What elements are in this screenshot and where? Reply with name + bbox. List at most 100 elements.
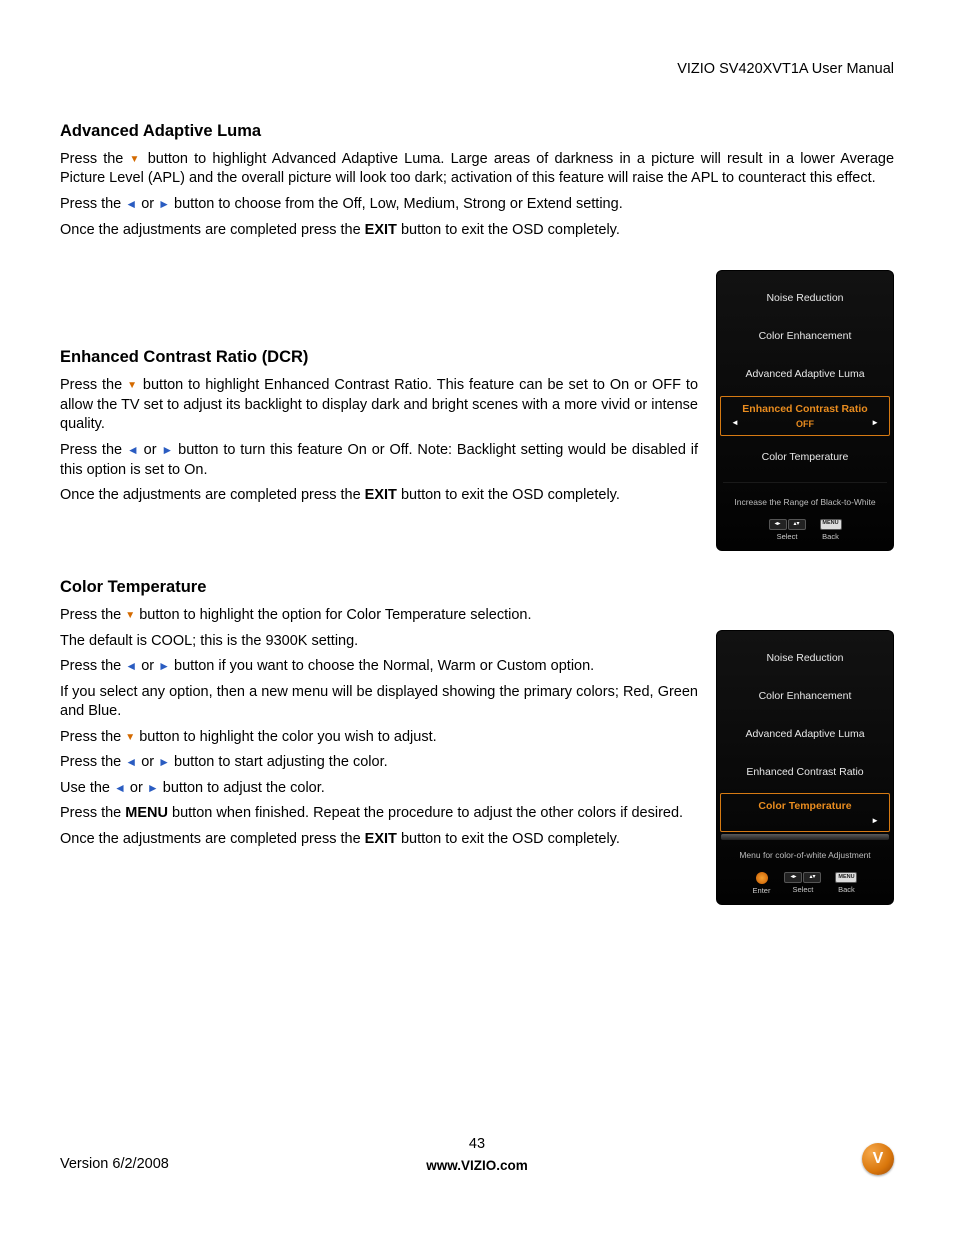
text: Once the adjustments are completed press…: [60, 487, 365, 503]
left-arrow-icon: ◄: [125, 197, 137, 211]
osd-item[interactable]: Color Temperature: [717, 438, 893, 476]
para: Press the MENU button when finished. Rep…: [60, 804, 698, 824]
osd-foot-label: Enter: [753, 886, 771, 896]
para: Press the ▼ button to highlight Advanced…: [60, 150, 894, 189]
para: Press the ▼ button to highlight the opti…: [60, 606, 698, 626]
para: Press the ◄ or ► button to choose from t…: [60, 195, 894, 215]
right-arrow-icon: ►: [158, 755, 170, 769]
text: button to adjust the color.: [163, 780, 325, 796]
right-arrow-icon: ►: [158, 659, 170, 673]
right-arrow-icon[interactable]: ►: [871, 418, 879, 429]
osd-item[interactable]: Enhanced Contrast Ratio: [717, 753, 893, 791]
osd-item[interactable]: Advanced Adaptive Luma: [717, 355, 893, 393]
menu-button-icon: MENU: [820, 519, 842, 530]
right-arrow-icon: ►: [161, 443, 173, 457]
text: button to highlight Enhanced Contrast Ra…: [60, 377, 698, 432]
osd-selected-title: Color Temperature: [758, 799, 851, 813]
text: button to exit the OSD completely.: [401, 831, 620, 847]
osd-selected-title: Enhanced Contrast Ratio: [742, 402, 867, 416]
para: Use the ◄ or ► button to adjust the colo…: [60, 779, 698, 799]
text: Press the: [60, 607, 125, 623]
menu-button-icon: MENU: [835, 872, 857, 883]
text: button to highlight the color you wish t…: [139, 729, 436, 745]
text: Press the: [60, 805, 125, 821]
menu-label: MENU: [125, 805, 168, 821]
para: Press the ▼ button to highlight Enhanced…: [60, 376, 698, 435]
para: Once the adjustments are completed press…: [60, 486, 698, 506]
text: button if you want to choose the Normal,…: [174, 658, 594, 674]
nav-arrows-icon: ◂▸: [784, 872, 802, 883]
text: or: [141, 754, 158, 770]
page-footer: Version 6/2/2008 43 www.VIZIO.com V: [60, 1143, 894, 1175]
osd-item[interactable]: Noise Reduction: [717, 279, 893, 317]
osd-item[interactable]: Advanced Adaptive Luma: [717, 715, 893, 753]
osd-item[interactable]: Color Enhancement: [717, 317, 893, 355]
section-ctemp-row: Color Temperature Press the ▼ button to …: [60, 570, 894, 905]
text: button to start adjusting the color.: [174, 754, 388, 770]
text: Press the: [60, 729, 125, 745]
vizio-logo-icon: V: [862, 1143, 894, 1175]
text: Once the adjustments are completed press…: [60, 222, 365, 238]
exit-label: EXIT: [365, 831, 397, 847]
text: button to choose from the Off, Low, Medi…: [174, 196, 623, 212]
osd-foot-label: Back: [838, 885, 855, 895]
down-arrow-icon: ▼: [125, 610, 135, 621]
osd-foot-label: Back: [822, 532, 839, 542]
text: or: [141, 196, 158, 212]
text: button to highlight the option for Color…: [139, 607, 531, 623]
para: Press the ◄ or ► button if you want to c…: [60, 657, 698, 677]
left-arrow-icon: ◄: [125, 755, 137, 769]
heading-luma: Advanced Adaptive Luma: [60, 120, 894, 142]
nav-arrows-icon: ▴▾: [803, 872, 821, 883]
osd-foot-label: Select: [777, 532, 798, 542]
text: button to exit the OSD completely.: [401, 487, 620, 503]
osd-hint: Increase the Range of Black-to-White: [717, 487, 893, 516]
para: If you select any option, then a new men…: [60, 683, 698, 722]
osd-selected-item[interactable]: Enhanced Contrast Ratio ◄ OFF ►: [720, 396, 890, 436]
right-arrow-icon: ►: [147, 781, 159, 795]
para: The default is COOL; this is the 9300K s…: [60, 632, 698, 652]
para: Once the adjustments are completed press…: [60, 221, 894, 241]
text: or: [130, 780, 147, 796]
section-dcr: Enhanced Contrast Ratio (DCR) Press the …: [60, 340, 698, 512]
left-arrow-icon: ◄: [125, 659, 137, 673]
footer-site: www.VIZIO.com: [426, 1157, 528, 1175]
osd-foot-label: Select: [793, 885, 814, 895]
page-number: 43: [426, 1135, 528, 1155]
enter-button-icon: [756, 872, 768, 884]
osd-selected-value: OFF: [796, 418, 814, 430]
heading-dcr: Enhanced Contrast Ratio (DCR): [60, 346, 698, 368]
section-ctemp: Color Temperature Press the ▼ button to …: [60, 570, 698, 856]
para: Press the ◄ or ► button to start adjusti…: [60, 753, 698, 773]
text: Press the: [60, 442, 127, 458]
text: or: [141, 658, 158, 674]
osd-item[interactable]: Color Enhancement: [717, 677, 893, 715]
text: button when finished. Repeat the procedu…: [172, 805, 683, 821]
section-dcr-row: Enhanced Contrast Ratio (DCR) Press the …: [60, 340, 894, 552]
text: Press the: [60, 151, 130, 167]
osd-footer: ◂▸ ▴▾ Select MENU Back: [717, 517, 893, 544]
osd-panel-ctemp: Noise Reduction Color Enhancement Advanc…: [716, 630, 894, 905]
text: button to highlight Advanced Adaptive Lu…: [60, 151, 894, 187]
para: Once the adjustments are completed press…: [60, 830, 698, 850]
right-arrow-icon: ►: [158, 197, 170, 211]
nav-arrows-icon: ▴▾: [788, 519, 806, 530]
down-arrow-icon: ▼: [125, 732, 135, 743]
osd-hint: Menu for color-of-white Adjustment: [717, 840, 893, 869]
text: Press the: [60, 377, 127, 393]
text: Use the: [60, 780, 114, 796]
osd-selected-item[interactable]: Color Temperature ►: [720, 793, 890, 832]
footer-version: Version 6/2/2008: [60, 1155, 169, 1175]
text: Press the: [60, 658, 125, 674]
text: or: [144, 442, 162, 458]
exit-label: EXIT: [365, 487, 397, 503]
exit-label: EXIT: [365, 222, 397, 238]
text: button to exit the OSD completely.: [401, 222, 620, 238]
osd-footer: Enter ◂▸ ▴▾ Select MENU Back: [717, 870, 893, 898]
osd-item[interactable]: Noise Reduction: [717, 639, 893, 677]
para: Press the ◄ or ► button to turn this fea…: [60, 441, 698, 480]
down-arrow-icon: ▼: [127, 380, 138, 391]
section-luma: Advanced Adaptive Luma Press the ▼ butto…: [60, 120, 894, 241]
right-arrow-icon[interactable]: ►: [871, 816, 879, 827]
left-arrow-icon[interactable]: ◄: [731, 418, 739, 429]
